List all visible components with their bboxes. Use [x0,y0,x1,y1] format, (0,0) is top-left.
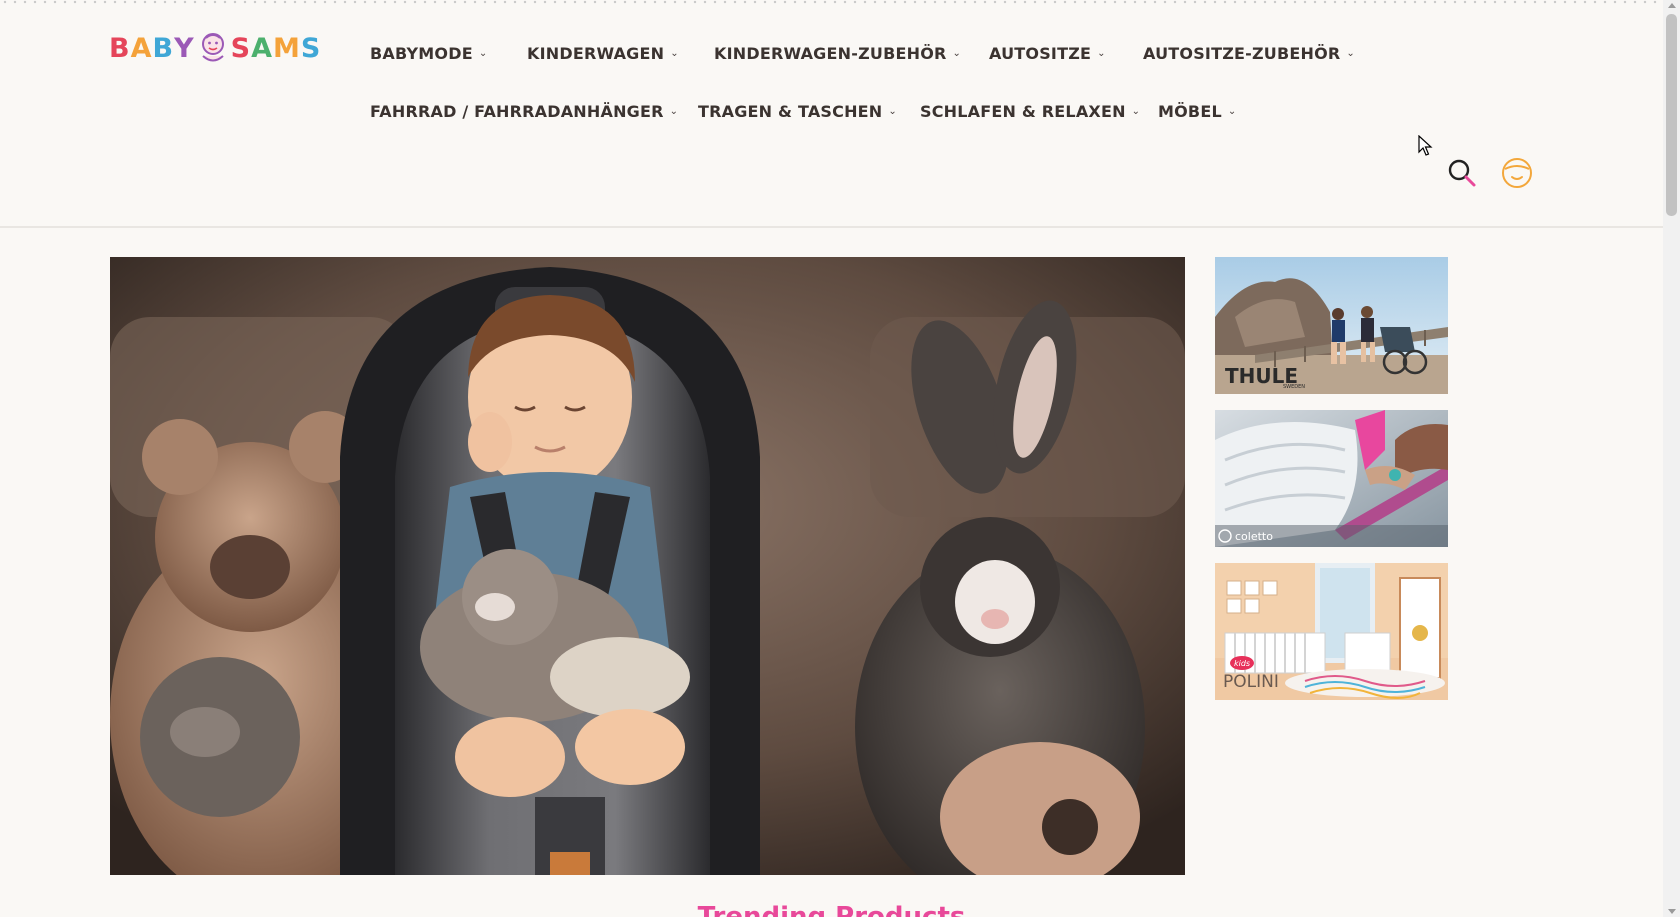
nav-item-label: BABYMODE [370,44,473,63]
chevron-down-icon: ⌄ [952,48,962,59]
nav-item-kinderwagen[interactable]: KINDERWAGEN ⌄ [527,44,679,63]
coletto-brand-label: coletto [1235,530,1273,543]
chevron-down-icon: ⌄ [1227,106,1237,117]
banner-image-polini-nursery: kids POLINI [1215,563,1448,700]
nav-item-autositze-zubehoer[interactable]: AUTOSITZE-ZUBEHÖR ⌄ [1143,44,1355,63]
chevron-down-icon: ⌄ [1097,48,1106,59]
nav-item-label: AUTOSITZE [989,44,1092,63]
nav-item-fahrrad[interactable]: FAHRRAD / FAHRRADANHÄNGER ⌄ [370,102,678,121]
nav-item-kinderwagen-zubehoer[interactable]: KINDERWAGEN-ZUBEHÖR ⌄ [714,44,961,63]
nav-item-label: TRAGEN & TASCHEN [698,102,883,121]
site-header: BABY SAMS BABYMODE ⌄ KINDERWAGEN ⌄ KINDE… [0,0,1663,228]
nav-item-autositze[interactable]: AUTOSITZE ⌄ [989,44,1106,63]
nav-item-label: SCHLAFEN & RELAXEN [920,102,1126,121]
hero-image-baby-car-seat [110,257,1185,875]
nav-item-label: FAHRRAD / FAHRRADANHÄNGER [370,102,664,121]
nav-item-moebel[interactable]: MÖBEL ⌄ [1158,102,1236,121]
trending-products-title: Trending Products [0,903,1663,917]
side-banner-polini[interactable]: kids POLINI [1215,563,1448,700]
chevron-down-icon: ⌄ [478,48,488,59]
chevron-down-icon: ⌄ [669,106,679,117]
nav-item-label: KINDERWAGEN-ZUBEHÖR [714,44,947,63]
search-icon[interactable] [1447,158,1477,188]
chevron-down-icon: ⌄ [670,48,679,59]
vertical-scrollbar[interactable] [1663,0,1680,917]
scroll-down-arrow-icon[interactable] [1668,909,1676,914]
thule-brand-sub: SWEDEN [1283,384,1305,390]
logo-text-baby: BABY [109,32,195,64]
chevron-down-icon: ⌄ [1131,106,1141,117]
nav-item-label: KINDERWAGEN [527,44,665,63]
mouse-cursor-icon [1418,135,1433,156]
chevron-down-icon: ⌄ [888,106,897,117]
scroll-up-arrow-icon[interactable] [1668,3,1676,8]
scrollbar-thumb[interactable] [1666,14,1677,216]
nav-item-tragen-taschen[interactable]: TRAGEN & TASCHEN ⌄ [698,102,897,121]
banner-image-thule-jogging: THULE SWEDEN [1215,257,1448,394]
chevron-down-icon: ⌄ [1346,48,1355,59]
hero-banner[interactable] [110,257,1185,875]
account-face-icon[interactable] [1501,156,1533,190]
site-logo[interactable]: BABY SAMS [109,28,321,68]
nav-item-schlafen-relaxen[interactable]: SCHLAFEN & RELAXEN ⌄ [920,102,1140,121]
polini-kids-badge: kids [1234,659,1250,668]
banner-image-coletto-stroller: coletto [1215,410,1448,547]
nav-item-label: AUTOSITZE-ZUBEHÖR [1143,44,1341,63]
polini-brand-label: POLINI [1223,672,1279,692]
nav-item-babymode[interactable]: BABYMODE ⌄ [370,44,487,63]
side-banner-thule[interactable]: THULE SWEDEN [1215,257,1448,394]
baby-face-logo-icon [201,33,224,62]
side-banner-coletto[interactable]: coletto [1215,410,1448,547]
nav-item-label: MÖBEL [1158,102,1222,121]
logo-text-sams: SAMS [230,32,322,64]
